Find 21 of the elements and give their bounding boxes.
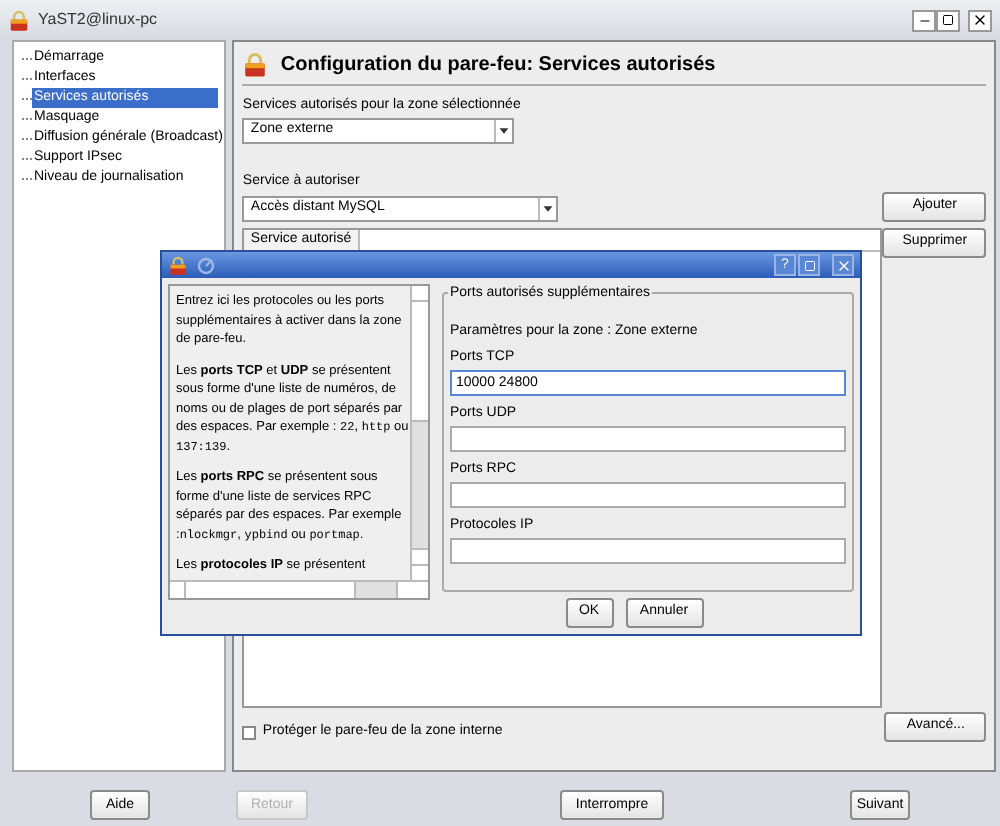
- input-field[interactable]: [450, 426, 846, 452]
- maximize-icon: [942, 14, 954, 26]
- dropdown-arrow-icon: [538, 198, 557, 220]
- swirl-icon: [196, 255, 216, 275]
- close-button[interactable]: [968, 9, 992, 31]
- close-icon: [835, 257, 851, 273]
- firewall-icon: [242, 51, 269, 77]
- window-title: YaST2@linux-pc: [38, 8, 158, 32]
- checkbox[interactable]: [242, 725, 257, 740]
- dropdown-arrow-icon: [494, 120, 513, 142]
- maximize-icon: [803, 259, 815, 271]
- input-field[interactable]: [450, 482, 846, 508]
- minimize-button[interactable]: [912, 9, 936, 31]
- page-title: Configuration du pare-feu: Services autorisés: [280, 51, 716, 79]
- maximize-button[interactable]: [936, 9, 960, 31]
- app-icon: [8, 9, 30, 31]
- dialog-icon: [168, 255, 188, 275]
- close-icon: [972, 12, 988, 28]
- vertical-scrollbar[interactable]: [410, 286, 428, 580]
- horizontal-scrollbar[interactable]: [170, 580, 428, 598]
- input-field[interactable]: [450, 538, 846, 564]
